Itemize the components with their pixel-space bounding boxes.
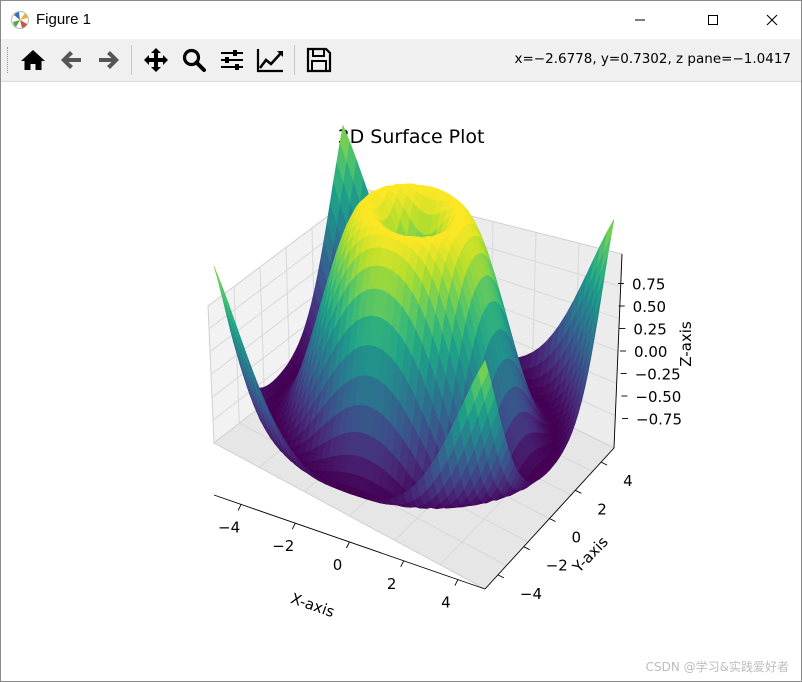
pan-move-icon <box>144 48 168 72</box>
save-button[interactable] <box>303 44 335 76</box>
home-icon <box>21 50 45 70</box>
figure-canvas[interactable]: 3D Surface Plot −4 −2 0 2 4 −4 −2 0 2 4 0.75 0.50 0.… <box>1 82 801 681</box>
x-tick-label: 2 <box>387 575 397 593</box>
x-tick-label: −2 <box>272 537 294 555</box>
y-tick-label: 2 <box>597 500 607 518</box>
x-tick-label: 0 <box>333 556 343 574</box>
y-tick-label: −4 <box>520 585 542 603</box>
y-tick-label: 0 <box>572 529 582 547</box>
navigation-toolbar: x=−2.6778, y=0.7302, z pane=−1.0417 <box>1 39 801 82</box>
forward-button[interactable] <box>93 44 125 76</box>
csdn-watermark: CSDN @学习&实践爱好者 <box>645 660 789 674</box>
x-axis-label: X-axis <box>288 589 337 621</box>
subplots-sliders-icon <box>221 50 243 70</box>
maximize-icon <box>708 15 718 25</box>
pan-button[interactable] <box>140 44 172 76</box>
matplotlib-app-icon <box>11 11 29 29</box>
back-arrow-icon <box>61 51 81 69</box>
x-tick-label: −4 <box>218 518 240 536</box>
y-tick-mark <box>497 574 505 579</box>
surface-facet <box>213 266 225 297</box>
y-tick-mark <box>523 546 530 551</box>
y-tick-mark <box>549 518 556 522</box>
zoom-button[interactable] <box>178 44 210 76</box>
y-tick-mark <box>600 461 608 466</box>
z-tick-label: 0.50 <box>633 298 666 316</box>
maximize-button[interactable] <box>690 1 736 39</box>
surface-plot-3d[interactable]: 3D Surface Plot −4−2024 −4−20240.750.500.… <box>1 82 801 681</box>
x-tick-label: 4 <box>441 594 451 612</box>
back-button[interactable] <box>55 44 87 76</box>
subplots-button[interactable] <box>216 44 248 76</box>
z-tick-label: 0.25 <box>633 321 666 339</box>
x-tick-mark <box>400 560 405 568</box>
customize-button[interactable] <box>254 44 286 76</box>
z-tick-label: −0.25 <box>635 366 681 384</box>
cursor-coordinate-readout: x=−2.6778, y=0.7302, z pane=−1.0417 <box>514 51 792 67</box>
home-button[interactable] <box>17 44 49 76</box>
plot-title: 3D Surface Plot <box>338 126 485 148</box>
minimize-icon <box>635 19 645 21</box>
x-tick-mark <box>346 541 350 549</box>
figure-window: Figure 1 x=−2.6778, y=0.7302, z pane=−1.… <box>0 0 802 682</box>
save-floppy-icon <box>306 47 332 73</box>
window-title: Figure 1 <box>36 11 92 28</box>
z-tick-label: −0.50 <box>635 388 681 406</box>
zoom-magnifier-icon <box>182 48 206 72</box>
toolbar-grip <box>7 47 10 73</box>
close-icon <box>766 14 778 26</box>
minimize-button[interactable] <box>617 1 663 39</box>
toolbar-separator <box>294 45 295 75</box>
forward-arrow-icon <box>99 51 119 69</box>
z-axis-label: Z-axis <box>677 321 695 367</box>
z-tick-label: −0.75 <box>636 411 682 429</box>
close-button[interactable] <box>749 1 795 39</box>
toolbar-separator <box>131 45 132 75</box>
x-tick-mark <box>454 579 459 586</box>
y-tick-mark <box>575 489 582 494</box>
y-tick-label: 4 <box>623 472 633 490</box>
x-tick-mark <box>237 504 242 511</box>
z-tick-label: 0.75 <box>632 276 665 294</box>
x-tick-mark <box>291 522 296 530</box>
y-tick-label: −2 <box>546 557 568 575</box>
z-tick-label: 0.00 <box>634 343 667 361</box>
edit-axes-chart-icon <box>256 49 283 73</box>
title-bar: Figure 1 <box>1 1 801 39</box>
